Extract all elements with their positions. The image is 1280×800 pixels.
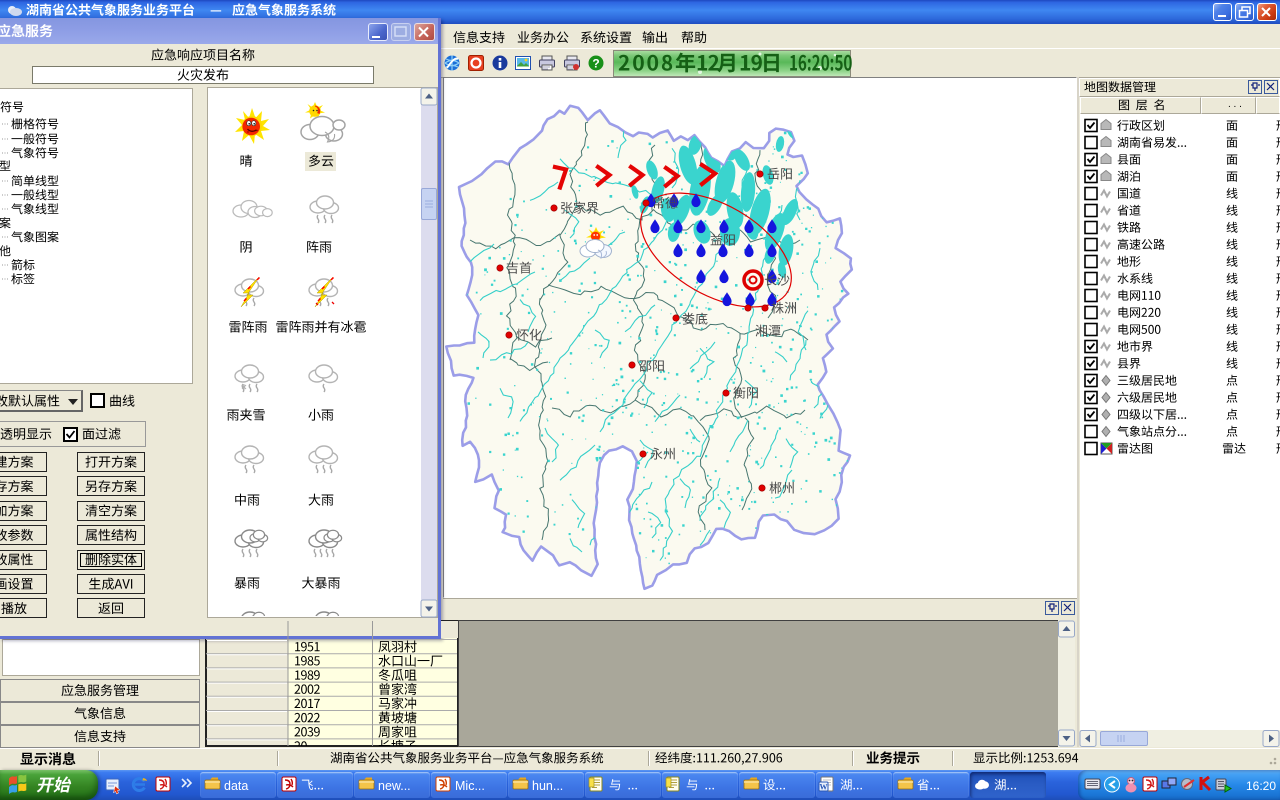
svg-text:?: ?: [592, 57, 599, 71]
svg-text:W: W: [820, 782, 828, 791]
